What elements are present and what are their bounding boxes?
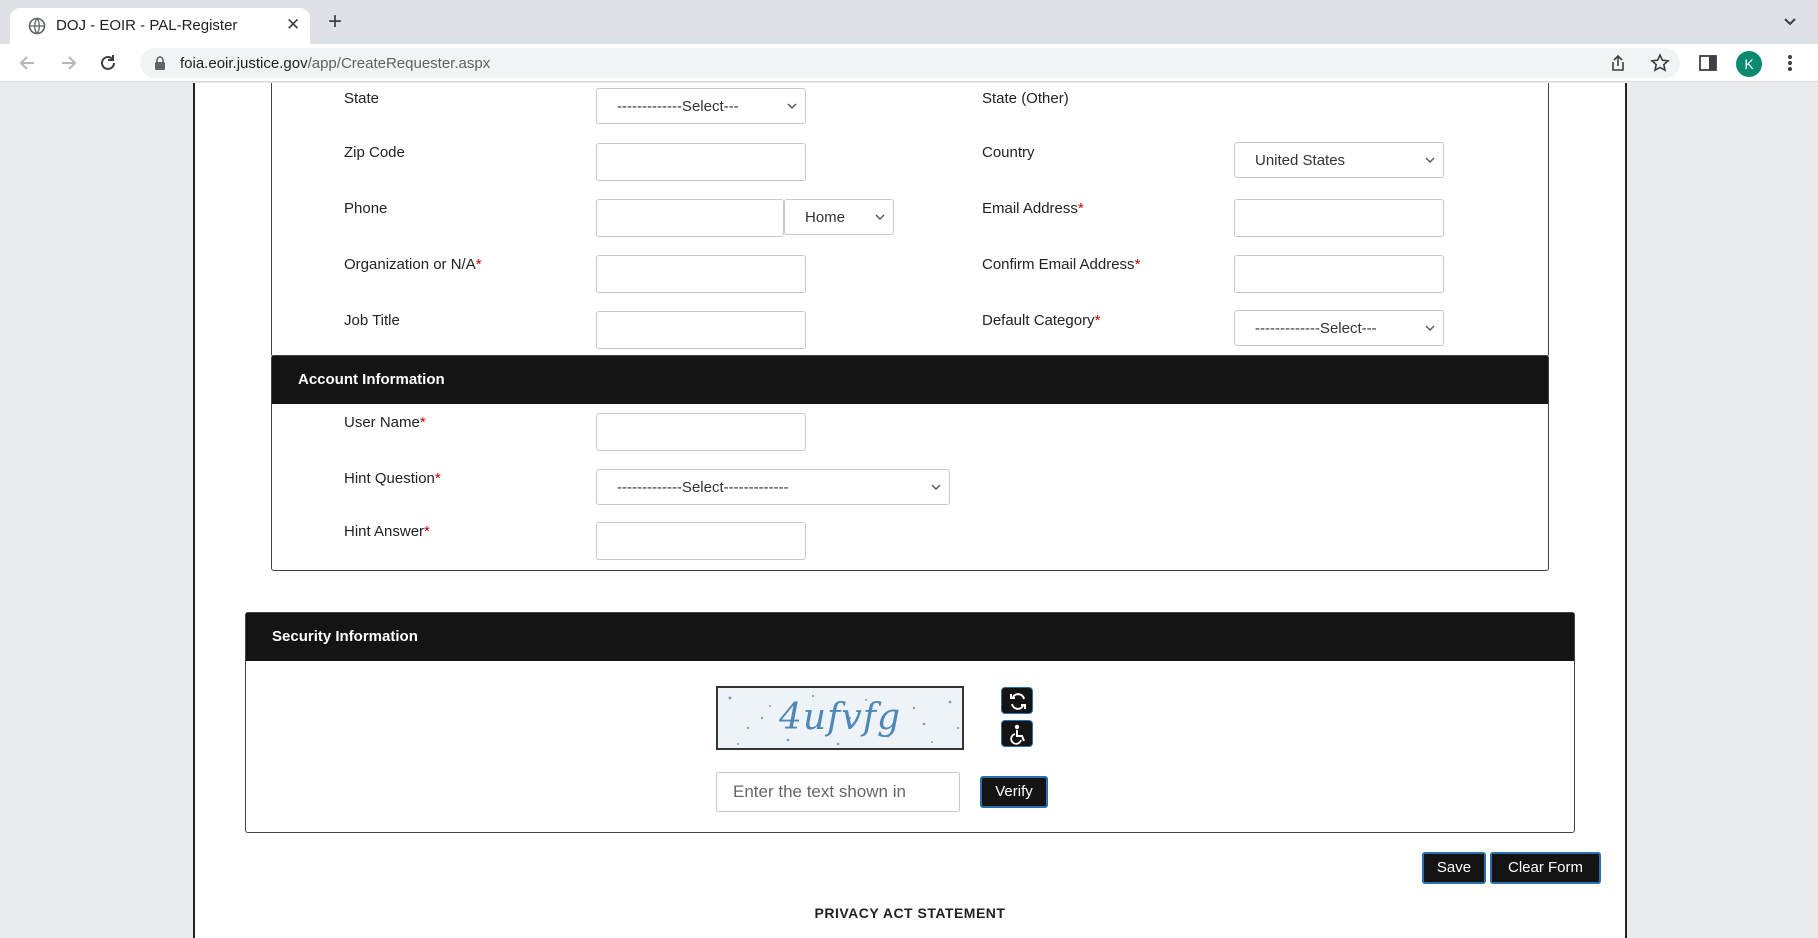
privacy-act-heading: PRIVACY ACT STATEMENT xyxy=(814,905,1006,921)
required-marker: * xyxy=(434,470,441,487)
phone-label: Phone xyxy=(344,200,388,217)
clear-form-button[interactable]: Clear Form xyxy=(1490,852,1601,884)
more-menu-icon[interactable] xyxy=(1786,53,1794,73)
state-select[interactable]: -------------Select--- xyxy=(596,88,806,124)
zip-code-label: Zip Code xyxy=(344,144,405,161)
share-icon[interactable] xyxy=(1608,53,1628,73)
username-label-text: User Name xyxy=(344,414,420,431)
refresh-icon xyxy=(1010,693,1026,710)
hint-question-select[interactable]: -------------Select------------- xyxy=(596,469,950,505)
account-info-heading: Account Information xyxy=(272,356,1548,404)
organization-label-text: Organization or N/A xyxy=(344,256,476,273)
captcha-image: 4ufvfg xyxy=(716,686,964,750)
chevron-down-icon xyxy=(1425,325,1435,331)
required-marker: * xyxy=(475,256,482,273)
default-category-value: -------------Select--- xyxy=(1255,320,1377,337)
browser-tab[interactable]: DOJ - EOIR - PAL-Register ✕ xyxy=(10,8,310,44)
verify-button[interactable]: Verify xyxy=(980,776,1048,808)
phone-type-select[interactable]: Home xyxy=(784,199,894,235)
captcha-text: 4ufvfg xyxy=(778,697,902,738)
country-select-value: United States xyxy=(1255,152,1346,169)
page-viewport: State -------------Select--- State (Othe… xyxy=(0,83,1818,938)
username-input[interactable] xyxy=(596,413,806,451)
lock-icon[interactable] xyxy=(154,56,166,70)
state-select-value: -------------Select--- xyxy=(617,98,739,115)
job-title-input[interactable] xyxy=(596,311,806,349)
email-input[interactable] xyxy=(1234,199,1444,237)
url-domain: foia.eoir.justice.gov xyxy=(180,55,308,72)
default-category-label-text: Default Category xyxy=(982,312,1095,329)
phone-input[interactable] xyxy=(596,199,784,237)
url-path: /app/CreateRequester.aspx xyxy=(307,55,491,72)
forward-arrow-icon[interactable] xyxy=(58,53,78,73)
hint-answer-label-text: Hint Answer xyxy=(344,523,425,540)
default-category-label: Default Category* xyxy=(982,312,1100,329)
globe-icon xyxy=(28,17,46,35)
required-marker: * xyxy=(1094,312,1101,329)
accessibility-icon xyxy=(1010,724,1025,745)
tab-search-chevron-icon[interactable] xyxy=(1782,14,1798,30)
chevron-down-icon xyxy=(1425,157,1435,163)
confirm-email-label-text: Confirm Email Address xyxy=(982,256,1135,273)
phone-type-value: Home xyxy=(805,209,846,226)
captcha-input[interactable]: Enter the text shown in xyxy=(716,772,960,812)
organization-label: Organization or N/A* xyxy=(344,256,482,273)
hint-answer-label: Hint Answer* xyxy=(344,523,430,540)
country-select[interactable]: United States xyxy=(1234,142,1444,178)
back-arrow-icon[interactable] xyxy=(18,53,38,73)
chevron-down-icon xyxy=(787,103,797,109)
url-text: foia.eoir.justice.gov/app/CreateRequeste… xyxy=(180,55,490,72)
account-info-panel: Account Information User Name* Hint Ques… xyxy=(271,355,1549,571)
zip-code-input[interactable] xyxy=(596,143,806,181)
chevron-down-icon xyxy=(931,484,941,490)
confirm-email-input[interactable] xyxy=(1234,255,1444,293)
hint-answer-input[interactable] xyxy=(596,522,806,560)
hint-question-label-text: Hint Question xyxy=(344,470,435,487)
state-other-label: State (Other) xyxy=(982,90,1069,107)
close-tab-icon[interactable]: ✕ xyxy=(286,15,300,35)
state-label: State xyxy=(344,90,380,107)
bookmark-star-icon[interactable] xyxy=(1650,53,1670,73)
page-container: State -------------Select--- State (Othe… xyxy=(193,83,1627,938)
email-label: Email Address* xyxy=(982,200,1084,217)
required-marker: * xyxy=(1134,256,1141,273)
save-button[interactable]: Save xyxy=(1422,852,1486,884)
hint-question-label: Hint Question* xyxy=(344,470,441,487)
email-label-text: Email Address xyxy=(982,200,1078,217)
browser-tab-bar: DOJ - EOIR - PAL-Register ✕ + xyxy=(0,0,1818,44)
refresh-captcha-button[interactable] xyxy=(1001,687,1033,714)
browser-toolbar: foia.eoir.justice.gov/app/CreateRequeste… xyxy=(0,44,1818,82)
required-marker: * xyxy=(419,414,426,431)
username-label: User Name* xyxy=(344,414,426,431)
profile-avatar[interactable]: K xyxy=(1736,51,1762,77)
country-label: Country xyxy=(982,144,1035,161)
address-bar[interactable]: foia.eoir.justice.gov/app/CreateRequeste… xyxy=(140,48,1680,78)
job-title-label: Job Title xyxy=(344,312,400,329)
confirm-email-label: Confirm Email Address* xyxy=(982,256,1140,273)
security-info-panel: Security Information 4ufvfg Enter the te… xyxy=(245,612,1575,833)
reload-icon[interactable] xyxy=(98,53,118,73)
side-panel-icon[interactable] xyxy=(1698,53,1718,73)
tab-title: DOJ - EOIR - PAL-Register xyxy=(56,17,238,34)
audio-captcha-button[interactable] xyxy=(1001,720,1033,747)
requester-info-panel: State -------------Select--- State (Othe… xyxy=(271,83,1549,357)
security-info-heading: Security Information xyxy=(246,613,1574,661)
required-marker: * xyxy=(424,523,430,540)
required-marker: * xyxy=(1077,200,1084,217)
organization-input[interactable] xyxy=(596,255,806,293)
default-category-select[interactable]: -------------Select--- xyxy=(1234,310,1444,346)
new-tab-button[interactable]: + xyxy=(328,10,342,34)
chevron-down-icon xyxy=(875,214,885,220)
hint-question-value: -------------Select------------- xyxy=(617,479,789,496)
